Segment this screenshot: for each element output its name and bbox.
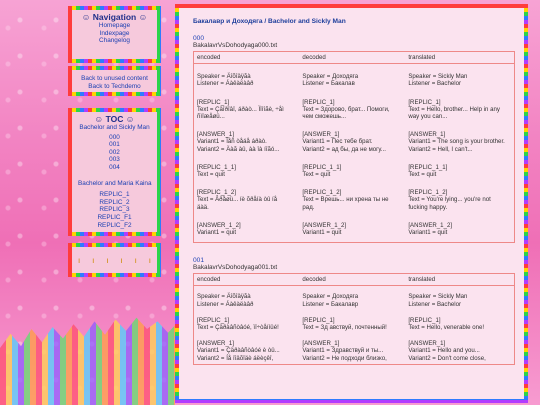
candle-icon: ı (148, 255, 151, 265)
table-cell: Speaker = Sickly Man Listener = Bachelor (408, 73, 468, 88)
toc-item-003[interactable]: 003 (72, 156, 157, 164)
table-cell: [REPLIC_1_2] Text = Âðåøü... íè õðåíà òû… (197, 189, 278, 211)
table-cell: [ANSWER_1_2] Variant1 = quit (302, 221, 347, 237)
table-cell: Speaker = Sickly Man Listener = Bachelor (408, 293, 468, 308)
table-row: Speaker = Äîõîäÿãà Listener = Áàêàëàâð S… (194, 286, 515, 310)
table-header-row: encoded decoded translated (193, 51, 515, 65)
toc-item-004[interactable]: 004 (72, 164, 157, 172)
table-cell: [REPLIC_1_1] Text = quit (408, 163, 448, 179)
table-cell: [ANSWER_1_2] Variant1 = quit (197, 221, 241, 237)
indexpage-link[interactable]: Indexpage (72, 30, 157, 38)
table-cell: [ANSWER_1] Variant1 = Здравствуй и ты...… (302, 340, 387, 362)
table-cell: [REPLIC_1] Text = Hello, venerable one! (408, 316, 485, 332)
table-row: [REPLIC_1] Text = Çäîðîâî, áðàò... Ïîìîã… (194, 90, 515, 123)
toc-item-replic-1[interactable]: REPLIC_1 (72, 191, 157, 199)
table-row: [REPLIC_1_2] Text = Âðåøü... íè õðåíà òû… (194, 180, 515, 213)
toc-box: ☺ TOC ☺ Bachelor and Sickly Man 000 001 … (68, 108, 161, 236)
section-number: 000 (193, 35, 205, 42)
table-cell: [ANSWER_1] Variant1 = Hello and you... V… (408, 340, 486, 362)
back-to-techdemo-link[interactable]: Back to Techdemo (72, 83, 157, 91)
column-header: decoded (299, 273, 406, 287)
table-header-row: encoded decoded translated (193, 273, 515, 287)
table-row: Speaker = Äîõîäÿãà Listener = Áàêàëàâð S… (194, 64, 515, 90)
table-row: [REPLIC_1_1] Text = quit [REPLIC_1_1] Te… (194, 155, 515, 180)
toc-item-replic-f1[interactable]: REPLIC_F1 (72, 214, 157, 222)
table-cell: Speaker = Доходяга Listener = Бакалавр (302, 293, 359, 308)
decorative-row: ı ı ı ı ı ı (72, 247, 157, 273)
column-header: decoded (299, 51, 406, 65)
section-number: 001 (193, 257, 205, 265)
page-title: Бакалавр и Доходяга / Bachelor and Sickl… (193, 18, 346, 25)
table-cell: [ANSWER_1] Variant1 = Пес тебе брат. Var… (302, 131, 386, 153)
navigation-title: ☺ Navigation ☺ (81, 12, 148, 22)
back-to-unused-content-link[interactable]: Back to unused content (72, 75, 157, 83)
candle-icon: ı (77, 255, 81, 265)
toc-item-replic-2[interactable]: REPLIC_2 (72, 199, 157, 207)
toc-title: ☺ TOC ☺ (94, 114, 135, 124)
table-row: [ANSWER_1] Variant1 = Çäðàâñòâóé è òû...… (194, 333, 515, 364)
table-cell: [ANSWER_1] Variant1 = Çäðàâñòâóé è òû...… (197, 340, 280, 362)
changelog-link[interactable]: Changelog (72, 37, 157, 45)
toc-item-002[interactable]: 002 (72, 149, 157, 157)
table-cell: [REPLIC_1] Text = Hello, brother... Help… (408, 98, 500, 121)
table-cell: [REPLIC_1_2] Text = Врешь... ни хрена ты… (302, 189, 389, 211)
toc-item-000[interactable]: 000 (72, 134, 157, 142)
back-links-box: Back to unused content Back to Techdemo (68, 66, 161, 96)
dialog-table: encoded decoded translated Speaker = Äîõ… (193, 273, 515, 365)
dialog-table: encoded decoded translated Speaker = Äîõ… (193, 51, 515, 244)
candle-icon: ı (134, 255, 137, 265)
table-cell: Speaker = Доходяга Listener = Бакалав (302, 73, 359, 88)
section-filename: BakalavrVsDohodyaga000.txt (193, 42, 278, 49)
table-cell: [REPLIC_1_1] Text = quit (302, 163, 342, 179)
column-header: translated (405, 273, 515, 287)
table-cell: Speaker = Äîõîäÿãà Listener = Áàêàëàâð (197, 293, 254, 308)
table-cell: [ANSWER_1_2] Variant1 = quit (408, 221, 453, 237)
table-cell: [REPLIC_1] Text = Здорово, брат... Помог… (302, 98, 390, 121)
table-cell: [REPLIC_1] Text = Çäîðîâî, áðàò... Ïîìîã… (197, 98, 284, 121)
toc-bachelor-maria-kaina-link[interactable]: Bachelor and Maria Kaina (72, 180, 157, 188)
toc-item-replic-3[interactable]: REPLIC_3 (72, 206, 157, 214)
candle-icon: ı (92, 255, 95, 265)
table-cell: [REPLIC_1_2] Text = You're lying... you'… (408, 189, 491, 211)
toc-bachelor-sickly-man-link[interactable]: Bachelor and Sickly Man (72, 124, 157, 132)
table-cell: [ANSWER_1] Variant1 = The song is your b… (408, 131, 505, 153)
smiley-icon: ☺ (81, 12, 91, 22)
toc-item-001[interactable]: 001 (72, 141, 157, 149)
column-header: encoded (193, 51, 300, 65)
table-cell: Speaker = Äîõîäÿãà Listener = Áàêàëàâð (197, 73, 254, 88)
column-header: encoded (193, 273, 300, 287)
candle-icon: ı (120, 255, 123, 265)
table-cell: [REPLIC_1] Text = Çäðàâñòâóé, ïî÷òåííûé! (197, 316, 279, 332)
main-content: Бакалавр и Доходяга / Bachelor and Sickl… (175, 4, 528, 403)
candle-icon: ı (106, 255, 109, 265)
table-cell: [REPLIC_1_1] Text = quit (197, 163, 236, 179)
table-row: [ANSWER_1_2] Variant1 = quit [ANSWER_1_2… (194, 213, 515, 243)
decorative-box: ı ı ı ı ı ı (68, 243, 161, 277)
table-cell: [ANSWER_1] Variant1 = Ïåñ òåáå áðàò. Var… (197, 131, 280, 153)
homepage-link[interactable]: Homepage (72, 22, 157, 30)
table-cell: [REPLIC_1] Text = Зд авствуй, почтенный! (302, 316, 387, 332)
smiley-icon: ☺ (94, 114, 104, 124)
section-filename: BakalavrVsDohodyaga001.txt (193, 264, 278, 272)
toc-item-replic-f2[interactable]: REPLIC_F2 (72, 222, 157, 230)
navigation-box: ☺ Navigation ☺ Homepage Indexpage Change… (68, 6, 161, 63)
table-row: [ANSWER_1] Variant1 = Ïåñ òåáå áðàò. Var… (194, 122, 515, 155)
smiley-icon: ☺ (125, 114, 135, 124)
smiley-icon: ☺ (138, 12, 148, 22)
table-row: [REPLIC_1] Text = Çäðàâñòâóé, ïî÷òåííûé!… (194, 310, 515, 333)
column-header: translated (405, 51, 515, 65)
